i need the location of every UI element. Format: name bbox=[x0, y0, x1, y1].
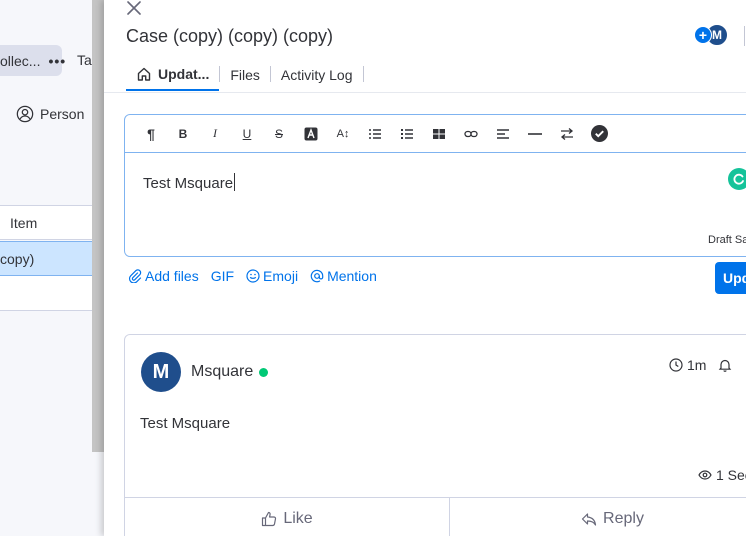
divider-icon[interactable] bbox=[519, 122, 551, 146]
item-column-header: Item bbox=[0, 205, 92, 240]
eye-icon bbox=[698, 470, 712, 480]
like-label: Like bbox=[283, 509, 313, 527]
online-status-icon bbox=[259, 367, 269, 377]
emoji-icon bbox=[246, 269, 260, 283]
font-size-icon[interactable]: A↕ bbox=[327, 122, 359, 146]
tab-files[interactable]: Files bbox=[220, 58, 270, 91]
scrollbar[interactable] bbox=[92, 0, 104, 452]
home-icon bbox=[137, 67, 151, 81]
post-footer: Like Reply bbox=[125, 497, 746, 536]
tab-separator bbox=[362, 66, 364, 82]
tab-updates[interactable]: Updat... bbox=[126, 58, 220, 91]
close-icon bbox=[127, 1, 141, 15]
person-column-header[interactable]: Person bbox=[16, 105, 84, 123]
post-author[interactable]: Msquare bbox=[191, 363, 269, 381]
reply-label: Reply bbox=[603, 509, 644, 527]
update-post: M Msquare 1m ··· Test Msquare 1 See Like… bbox=[124, 334, 746, 536]
post-time: 1m bbox=[687, 357, 707, 373]
divider bbox=[744, 26, 745, 46]
avatar[interactable]: M bbox=[141, 352, 181, 392]
editor-input[interactable]: Test Msquare bbox=[143, 173, 236, 192]
checklist-icon[interactable] bbox=[583, 122, 615, 146]
bullet-list-icon[interactable] bbox=[391, 122, 423, 146]
board-tab[interactable]: Ta bbox=[77, 52, 92, 68]
gif-button[interactable]: GIF bbox=[211, 268, 234, 284]
group-pill-label: ollec... bbox=[0, 52, 41, 69]
item-row[interactable]: copy) bbox=[0, 241, 92, 276]
reply-button[interactable]: Reply bbox=[450, 498, 746, 536]
more-icon[interactable]: ••• bbox=[48, 53, 66, 69]
align-icon[interactable] bbox=[487, 122, 519, 146]
tab-activity-log[interactable]: Activity Log bbox=[271, 58, 363, 91]
item-title[interactable]: Case (copy) (copy) (copy) bbox=[126, 26, 333, 47]
person-column-label: Person bbox=[40, 106, 85, 122]
paragraph-icon[interactable]: ¶ bbox=[135, 122, 167, 146]
strikethrough-icon[interactable]: S bbox=[263, 122, 295, 146]
tabs-divider bbox=[104, 92, 746, 93]
editor-actions: Add files GIF Emoji Mention bbox=[128, 268, 377, 284]
author-name: Msquare bbox=[191, 363, 254, 380]
seen-label: 1 See bbox=[716, 467, 746, 483]
update-editor[interactable]: ¶ B I U S A↕ Test Msquare Draft Sa bbox=[124, 114, 746, 257]
empty-row bbox=[0, 276, 92, 311]
bell-icon[interactable] bbox=[718, 358, 732, 372]
panel-tabs: Updat... Files Activity Log bbox=[126, 58, 364, 92]
editor-toolbar: ¶ B I U S A↕ bbox=[125, 115, 746, 153]
background-board: ollec... ••• Ta Person Item copy) bbox=[0, 0, 104, 536]
group-pill[interactable]: ollec... ••• bbox=[0, 45, 65, 76]
like-button[interactable]: Like bbox=[125, 498, 450, 536]
text-color-icon[interactable] bbox=[295, 122, 327, 146]
seen-count[interactable]: 1 See bbox=[698, 467, 746, 483]
editor-text: Test Msquare bbox=[143, 175, 234, 192]
italic-icon[interactable]: I bbox=[199, 122, 231, 146]
paperclip-icon bbox=[128, 269, 142, 283]
add-files-button[interactable]: Add files bbox=[128, 268, 199, 284]
direction-icon[interactable] bbox=[551, 122, 583, 146]
draft-status: Draft Sa bbox=[708, 234, 746, 246]
table-icon[interactable] bbox=[423, 122, 455, 146]
tab-updates-label: Updat... bbox=[158, 65, 210, 82]
close-button[interactable] bbox=[124, 0, 144, 18]
underline-icon[interactable]: U bbox=[231, 122, 263, 146]
emoji-label: Emoji bbox=[263, 268, 299, 284]
item-panel: Case (copy) (copy) (copy) + M Updat... F… bbox=[104, 0, 746, 536]
add-files-label: Add files bbox=[145, 268, 199, 284]
link-icon[interactable] bbox=[455, 122, 487, 146]
thumbs-up-icon bbox=[262, 511, 277, 526]
mention-button[interactable]: Mention bbox=[310, 268, 377, 284]
grammarly-icon[interactable] bbox=[728, 168, 746, 190]
subscribers[interactable]: + M bbox=[694, 24, 728, 46]
text-caret bbox=[234, 173, 236, 191]
mention-label: Mention bbox=[327, 268, 377, 284]
reply-icon bbox=[581, 512, 597, 526]
update-button[interactable]: Upd bbox=[715, 262, 746, 294]
person-icon bbox=[16, 105, 34, 123]
post-meta: 1m ··· bbox=[669, 357, 746, 373]
add-subscriber-icon[interactable]: + bbox=[694, 26, 712, 44]
numbered-list-icon[interactable] bbox=[359, 122, 391, 146]
clock-icon bbox=[669, 358, 683, 372]
at-icon bbox=[310, 269, 324, 283]
emoji-button[interactable]: Emoji bbox=[246, 268, 298, 284]
bold-icon[interactable]: B bbox=[167, 122, 199, 146]
post-body: Test Msquare bbox=[140, 415, 231, 432]
